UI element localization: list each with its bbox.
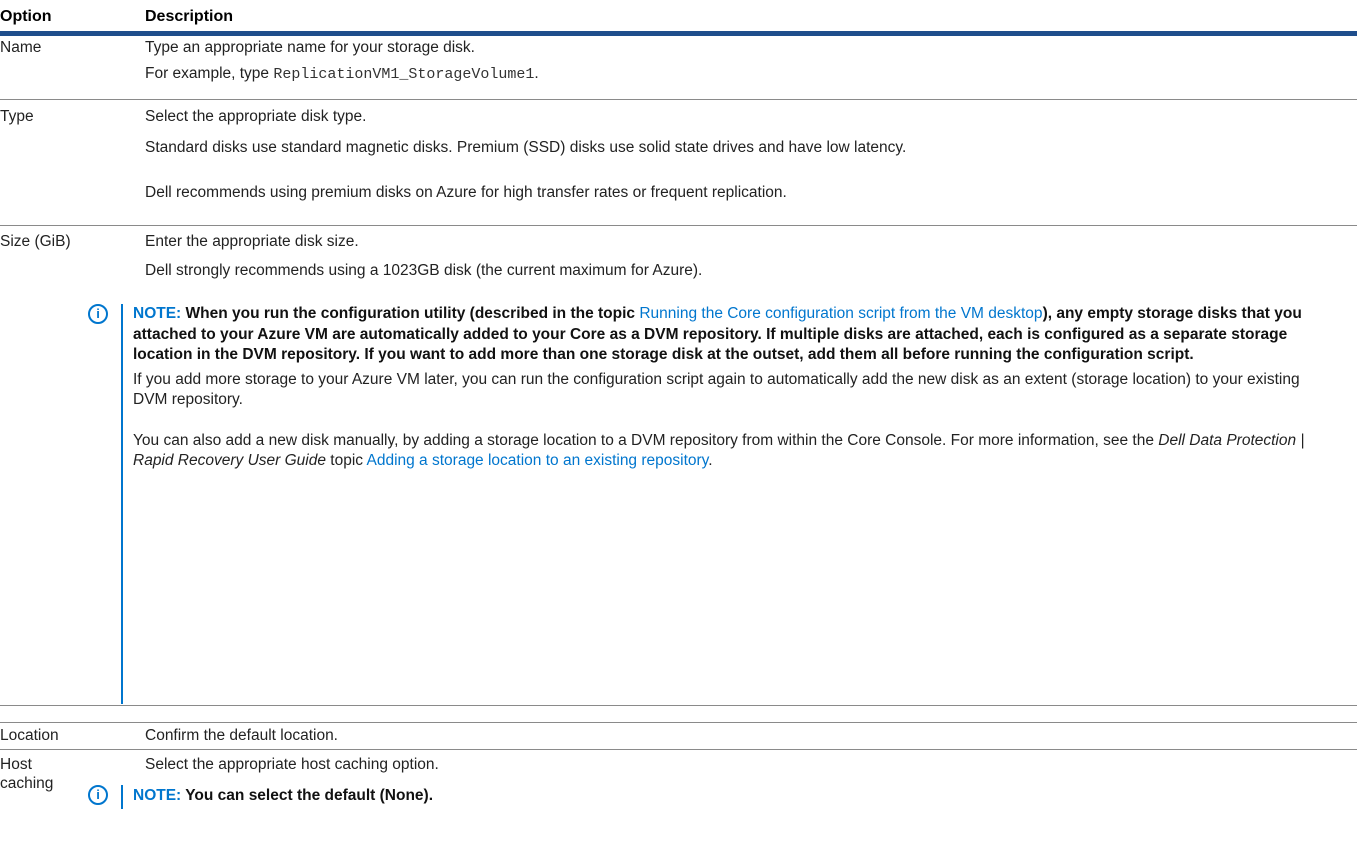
link-running-core-config-script[interactable]: Running the Core configuration script fr… — [639, 305, 1042, 322]
table-header: Option Description — [0, 0, 1357, 36]
note-paragraph-3: You can also add a new disk manually, by… — [133, 431, 1337, 472]
example-prefix: For example, type — [145, 65, 274, 82]
host-note-label: NOTE: — [133, 787, 182, 804]
option-name: Name — [0, 39, 42, 56]
note-label: NOTE: — [133, 305, 182, 322]
host-note-content: You can select the default (None). — [181, 787, 433, 804]
size-description-line1: Enter the appropriate disk size. — [145, 233, 359, 250]
column-header-option: Option — [0, 8, 52, 25]
location-description: Confirm the default location. — [145, 727, 338, 744]
host-note-block: i NOTE: You can select the default (None… — [88, 785, 1337, 815]
type-description-line2: Standard disks use standard magnetic dis… — [145, 139, 907, 156]
option-size: Size (GiB) — [0, 233, 71, 250]
host-note-text: NOTE: You can select the default (None). — [133, 786, 1337, 807]
table-row-name: Name Type an appropriate name for your s… — [0, 36, 1357, 100]
example-code: ReplicationVM1_StorageVolume1 — [273, 66, 535, 83]
size-description-line2: Dell strongly recommends using a 1023GB … — [145, 262, 703, 279]
info-icon: i — [88, 785, 108, 805]
note-para3-a: You can also add a new disk manually, by… — [133, 431, 1159, 449]
info-icon: i — [88, 304, 108, 324]
note-paragraph-2: If you add more storage to your Azure VM… — [133, 370, 1300, 409]
note-rule — [121, 304, 123, 704]
name-description-line2: For example, type ReplicationVM1_Storage… — [145, 64, 1347, 85]
option-host: Host — [0, 756, 32, 773]
table-row-location: Location Confirm the default location. — [0, 722, 1357, 750]
table-row-size: Size (GiB) Enter the appropriate disk si… — [0, 226, 1357, 706]
link-adding-storage-location[interactable]: Adding a storage location to an existing… — [366, 452, 708, 469]
note-body: NOTE: When you run the configuration uti… — [133, 304, 1337, 472]
table-row-host-caching: Host caching Select the appropriate host… — [0, 750, 1357, 850]
table-row-type: Type Select the appropriate disk type. S… — [0, 100, 1357, 226]
host-note-rule — [121, 785, 123, 809]
example-suffix: . — [534, 65, 539, 82]
note-block: i NOTE: When you run the configuration u… — [88, 304, 1337, 704]
option-location: Location — [0, 727, 59, 744]
note-para3-c: . — [708, 452, 713, 469]
host-description: Select the appropriate host caching opti… — [145, 756, 439, 773]
note-text-a: When you run the configuration utility (… — [181, 305, 640, 322]
option-type: Type — [0, 108, 34, 125]
name-description-line1: Type an appropriate name for your storag… — [145, 39, 475, 56]
column-header-description: Description — [145, 8, 234, 25]
note-para3-b: topic — [325, 452, 367, 469]
type-description-line3: Dell recommends using premium disks on A… — [145, 184, 787, 201]
note-paragraph-1: NOTE: When you run the configuration uti… — [133, 304, 1337, 366]
type-description-line1: Select the appropriate disk type. — [145, 108, 367, 125]
